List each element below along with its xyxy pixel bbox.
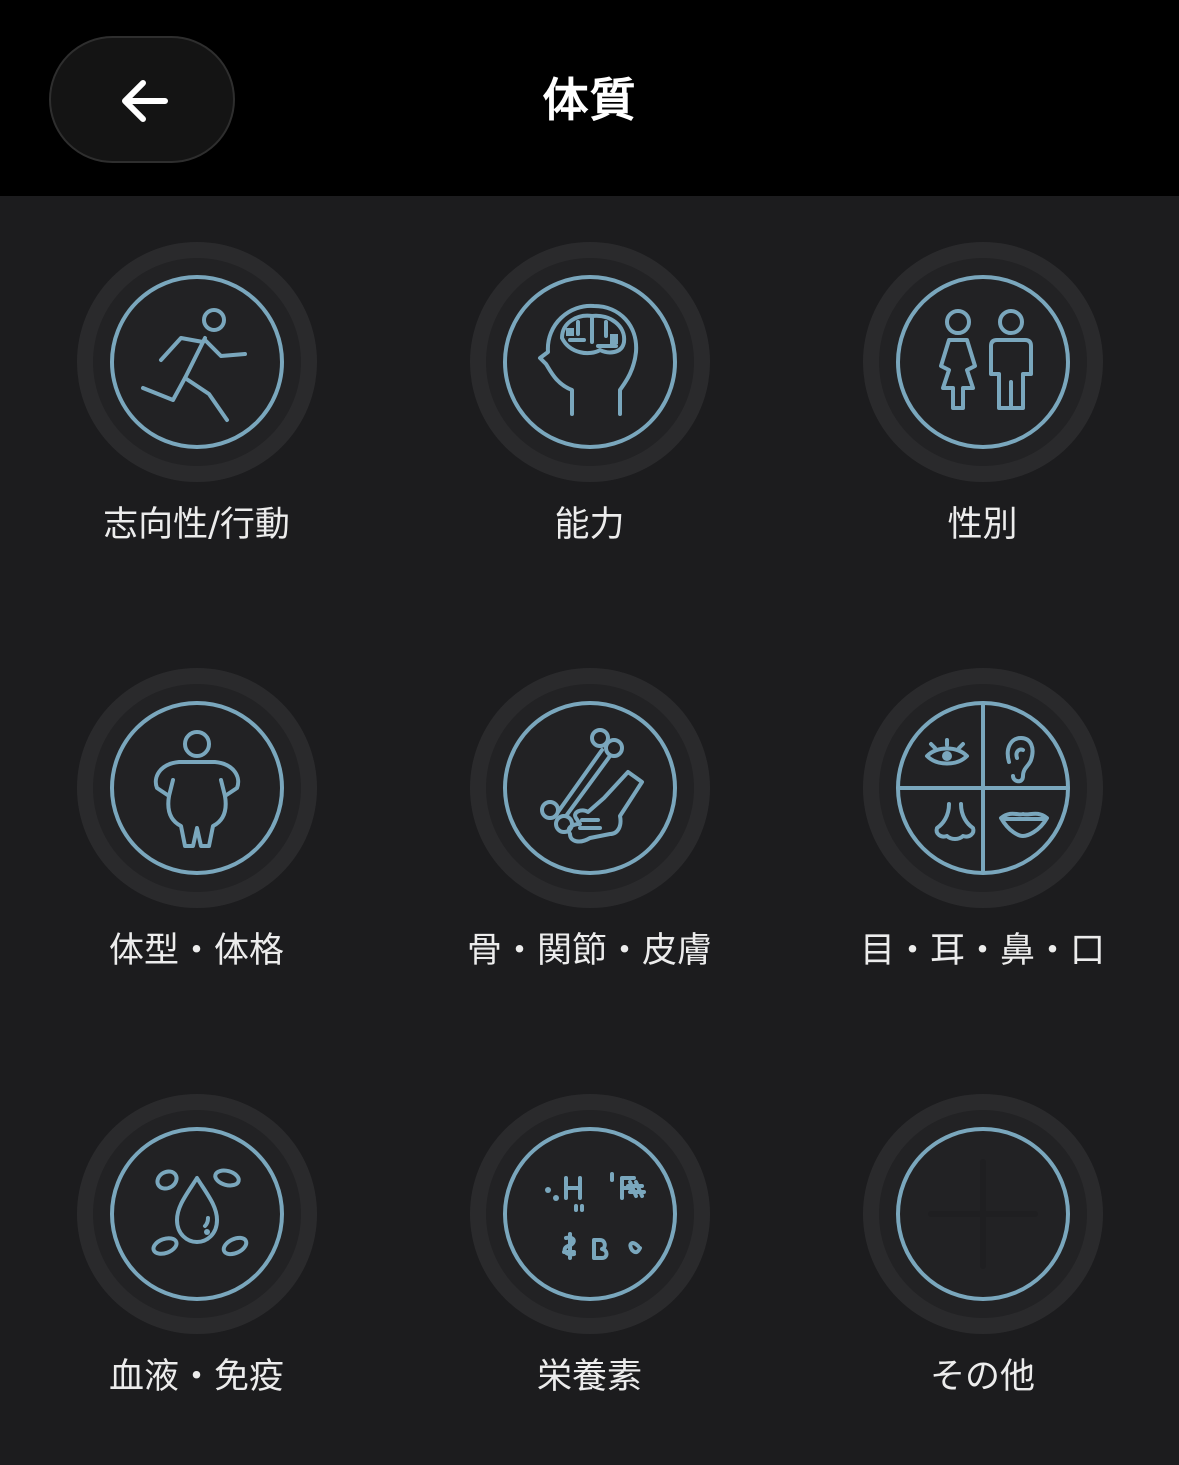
tile-icon-ring xyxy=(77,242,317,482)
category-label: 志向性/行動 xyxy=(103,505,290,545)
blood-drop-icon xyxy=(110,1127,284,1301)
body-shape-icon xyxy=(110,701,284,875)
gender-icon xyxy=(896,275,1070,449)
category-tile-other[interactable]: その他 xyxy=(786,1048,1179,1465)
category-tile-bone-joint-skin[interactable]: 骨・関節・皮膚 xyxy=(393,622,786,1042)
category-label: 性別 xyxy=(947,505,1018,545)
header-bar: 体質 xyxy=(0,0,1179,196)
category-tile-blood-immunity[interactable]: 血液・免疫 xyxy=(0,1048,393,1465)
category-grid: 志向性/行動 能力 性別 体型・体格 骨・関節・皮膚 目・耳・鼻・口 血液・免疫… xyxy=(0,196,1179,1465)
category-label: 能力 xyxy=(554,505,625,545)
category-tile-senses[interactable]: 目・耳・鼻・口 xyxy=(786,622,1179,1042)
tile-icon-ring xyxy=(77,668,317,908)
category-label: 血液・免疫 xyxy=(108,1357,284,1397)
category-label: 目・耳・鼻・口 xyxy=(859,931,1105,971)
tile-icon-ring xyxy=(470,1094,710,1334)
category-label: 体型・体格 xyxy=(108,931,284,971)
plus-icon xyxy=(896,1127,1070,1301)
tile-icon-ring xyxy=(470,668,710,908)
tile-icon-ring xyxy=(863,1094,1103,1334)
category-tile-orientation[interactable]: 志向性/行動 xyxy=(0,196,393,616)
category-label: 骨・関節・皮膚 xyxy=(466,931,712,971)
category-label: その他 xyxy=(929,1357,1035,1397)
category-tile-ability[interactable]: 能力 xyxy=(393,196,786,616)
page: 体質 志向性/行動 能力 性別 体型・体格 骨・関節・皮膚 目・耳・鼻・口 血液… xyxy=(0,0,1179,1465)
category-label: 栄養素 xyxy=(536,1357,642,1397)
tile-icon-ring xyxy=(863,242,1103,482)
tile-icon-ring xyxy=(470,242,710,482)
category-tile-nutrients[interactable]: 栄養素 xyxy=(393,1048,786,1465)
senses-icon xyxy=(896,701,1070,875)
category-tile-gender[interactable]: 性別 xyxy=(786,196,1179,616)
page-title: 体質 xyxy=(542,73,637,127)
bone-skin-icon xyxy=(503,701,677,875)
brain-head-icon xyxy=(503,275,677,449)
running-person-icon xyxy=(110,275,284,449)
tile-icon-ring xyxy=(77,1094,317,1334)
category-tile-body-shape[interactable]: 体型・体格 xyxy=(0,622,393,1042)
nutrients-icon xyxy=(503,1127,677,1301)
tile-icon-ring xyxy=(863,668,1103,908)
